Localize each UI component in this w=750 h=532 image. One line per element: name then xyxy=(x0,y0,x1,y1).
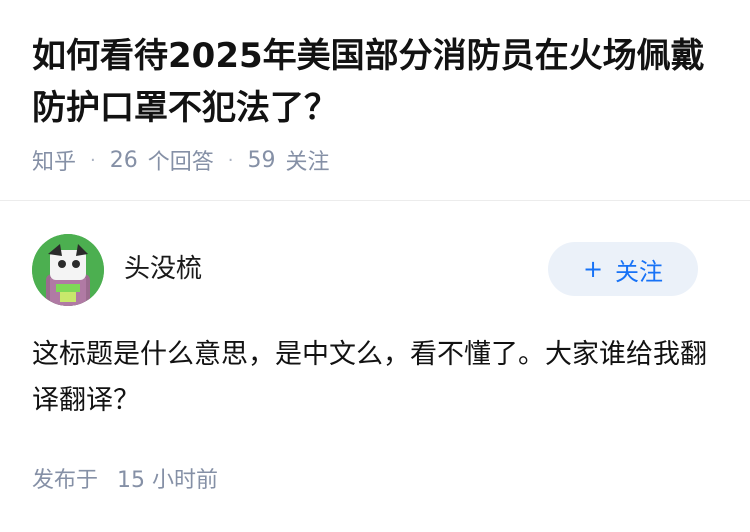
published-label: 发布于 xyxy=(32,468,99,493)
cartoon-avatar-icon xyxy=(32,234,104,306)
answers-count: 26 xyxy=(109,147,138,173)
meta-separator: · xyxy=(227,149,234,171)
divider xyxy=(0,200,750,201)
follow-button[interactable]: + 关注 xyxy=(548,242,698,296)
author-name[interactable]: 头没梳 xyxy=(124,252,202,286)
published-time: 15 小时前 xyxy=(117,468,219,493)
question-title[interactable]: 如何看待2025年美国部分消防员在火场佩戴防护口罩不犯法了？ xyxy=(32,30,722,134)
plus-icon: + xyxy=(582,255,604,283)
followers-count: 59 xyxy=(247,147,276,173)
author-row: 头没梳 + 关注 xyxy=(32,234,700,306)
avatar[interactable] xyxy=(32,234,104,306)
follow-button-label: 关注 xyxy=(615,257,664,286)
source-label[interactable]: 知乎 xyxy=(32,144,76,176)
meta-separator: · xyxy=(90,149,96,171)
question-meta: 知乎 · 26 个回答 · 59 关注 xyxy=(32,143,330,177)
followers-label: 关注 xyxy=(285,150,330,175)
answer-time: 发布于 15 小时前 xyxy=(32,464,218,498)
answers-label[interactable]: 个回答 xyxy=(148,144,214,176)
question-header: 如何看待2025年美国部分消防员在火场佩戴防护口罩不犯法了？ 知乎 · 26 个… xyxy=(0,0,750,200)
answer-content[interactable]: 这标题是什么意思，是中文么，看不懂了。大家谁给我翻译翻译？ xyxy=(32,332,712,424)
